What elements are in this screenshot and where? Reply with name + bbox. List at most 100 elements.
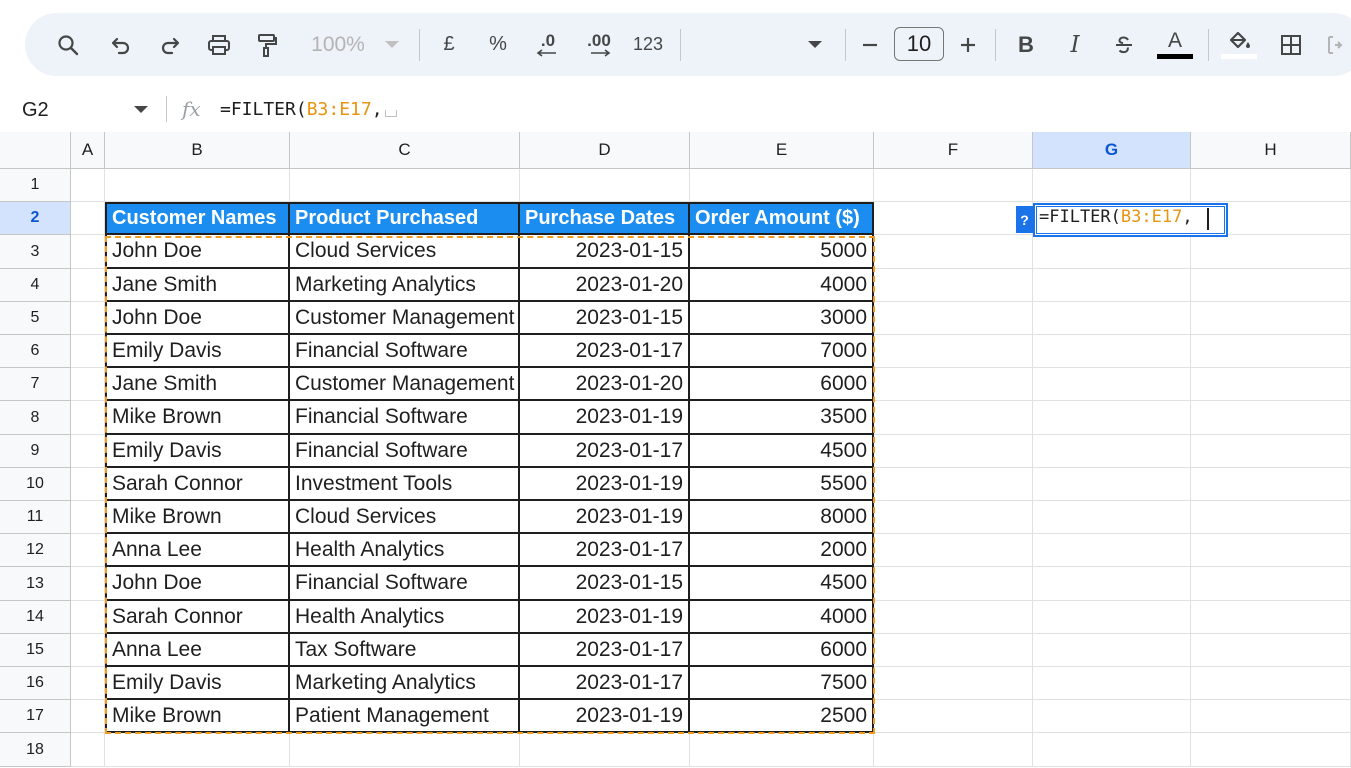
italic-button[interactable]: I bbox=[1062, 13, 1088, 76]
row-header-9[interactable]: 9 bbox=[0, 435, 71, 468]
bold-button[interactable]: B bbox=[1013, 13, 1039, 76]
table-cell[interactable]: John Doe bbox=[105, 235, 290, 269]
cell-a9[interactable] bbox=[71, 435, 105, 468]
table-cell[interactable]: 8000 bbox=[690, 501, 874, 534]
table-header-cell[interactable]: Product Purchased bbox=[290, 202, 520, 235]
column-header-g[interactable]: G bbox=[1033, 132, 1191, 169]
table-cell[interactable]: 5500 bbox=[690, 468, 874, 501]
font-dropdown-arrow-icon[interactable] bbox=[805, 13, 825, 76]
row-header-18[interactable]: 18 bbox=[0, 733, 71, 767]
table-cell[interactable]: 2500 bbox=[690, 700, 874, 733]
cell-h12[interactable] bbox=[1191, 534, 1351, 567]
table-cell[interactable]: 4500 bbox=[690, 435, 874, 468]
percent-format-button[interactable]: % bbox=[484, 13, 512, 76]
column-header-h[interactable]: H bbox=[1191, 132, 1351, 169]
table-cell[interactable]: Marketing Analytics bbox=[290, 269, 520, 302]
table-cell[interactable]: 4000 bbox=[690, 601, 874, 634]
table-cell[interactable]: Sarah Connor bbox=[105, 468, 290, 501]
table-cell[interactable]: Mike Brown bbox=[105, 501, 290, 534]
cell-b18[interactable] bbox=[105, 733, 290, 767]
cell-g13[interactable] bbox=[1033, 567, 1191, 601]
cell-g10[interactable] bbox=[1033, 468, 1191, 501]
cell-h16[interactable] bbox=[1191, 667, 1351, 700]
increase-font-size-icon[interactable] bbox=[955, 13, 981, 76]
table-cell[interactable]: 4000 bbox=[690, 269, 874, 302]
table-cell[interactable]: 2023-01-15 bbox=[520, 235, 690, 269]
cell-h17[interactable] bbox=[1191, 700, 1351, 733]
table-cell[interactable]: John Doe bbox=[105, 567, 290, 601]
cell-g7[interactable] bbox=[1033, 368, 1191, 401]
cell-a10[interactable] bbox=[71, 468, 105, 501]
cell-a16[interactable] bbox=[71, 667, 105, 700]
table-cell[interactable]: 3500 bbox=[690, 401, 874, 435]
column-header-b[interactable]: B bbox=[105, 132, 290, 169]
table-cell[interactable]: John Doe bbox=[105, 302, 290, 335]
table-cell[interactable]: Cloud Services bbox=[290, 235, 520, 269]
row-header-6[interactable]: 6 bbox=[0, 335, 71, 368]
table-cell[interactable]: 6000 bbox=[690, 368, 874, 401]
print-icon[interactable] bbox=[203, 13, 235, 76]
cell-f2[interactable] bbox=[874, 202, 1033, 235]
table-cell[interactable]: Anna Lee bbox=[105, 634, 290, 667]
row-header-5[interactable]: 5 bbox=[0, 302, 71, 335]
row-header-12[interactable]: 12 bbox=[0, 534, 71, 567]
cell-a7[interactable] bbox=[71, 368, 105, 401]
table-cell[interactable]: 7000 bbox=[690, 335, 874, 368]
paint-format-icon[interactable] bbox=[252, 13, 282, 76]
cell-h3[interactable] bbox=[1191, 235, 1351, 269]
cell-d1[interactable] bbox=[520, 169, 690, 202]
column-header-a[interactable]: A bbox=[71, 132, 105, 169]
cell-f13[interactable] bbox=[874, 567, 1033, 601]
cell-g8[interactable] bbox=[1033, 401, 1191, 435]
table-cell[interactable]: 2023-01-20 bbox=[520, 368, 690, 401]
cell-f7[interactable] bbox=[874, 368, 1033, 401]
cell-a15[interactable] bbox=[71, 634, 105, 667]
table-cell[interactable]: 7500 bbox=[690, 667, 874, 700]
table-cell[interactable]: Financial Software bbox=[290, 435, 520, 468]
column-header-f[interactable]: F bbox=[874, 132, 1033, 169]
cell-a6[interactable] bbox=[71, 335, 105, 368]
cell-d18[interactable] bbox=[520, 733, 690, 767]
table-cell[interactable]: Jane Smith bbox=[105, 368, 290, 401]
decrease-decimal-button[interactable]: .0 bbox=[531, 13, 565, 76]
cell-e1[interactable] bbox=[690, 169, 874, 202]
row-header-7[interactable]: 7 bbox=[0, 368, 71, 401]
table-cell[interactable]: 5000 bbox=[690, 235, 874, 269]
cell-g9[interactable] bbox=[1033, 435, 1191, 468]
select-all-corner[interactable] bbox=[0, 132, 71, 169]
table-cell[interactable]: Customer Management bbox=[290, 368, 520, 401]
cell-h13[interactable] bbox=[1191, 567, 1351, 601]
table-cell[interactable]: Patient Management bbox=[290, 700, 520, 733]
currency-format-button[interactable]: £ bbox=[435, 13, 463, 76]
cell-h10[interactable] bbox=[1191, 468, 1351, 501]
table-cell[interactable]: Investment Tools bbox=[290, 468, 520, 501]
row-header-15[interactable]: 15 bbox=[0, 634, 71, 667]
cell-f18[interactable] bbox=[874, 733, 1033, 767]
column-header-d[interactable]: D bbox=[520, 132, 690, 169]
cell-a5[interactable] bbox=[71, 302, 105, 335]
row-header-2[interactable]: 2 bbox=[0, 202, 71, 235]
table-header-cell[interactable]: Customer Names bbox=[105, 202, 290, 235]
table-cell[interactable]: 2023-01-17 bbox=[520, 335, 690, 368]
cell-h15[interactable] bbox=[1191, 634, 1351, 667]
table-cell[interactable]: Emily Davis bbox=[105, 667, 290, 700]
cell-a2[interactable] bbox=[71, 202, 105, 235]
table-cell[interactable]: 4500 bbox=[690, 567, 874, 601]
row-header-16[interactable]: 16 bbox=[0, 667, 71, 700]
table-cell[interactable]: 2023-01-17 bbox=[520, 667, 690, 700]
table-cell[interactable]: 2023-01-15 bbox=[520, 567, 690, 601]
table-cell[interactable]: Customer Management bbox=[290, 302, 520, 335]
cell-g17[interactable] bbox=[1033, 700, 1191, 733]
cell-g18[interactable] bbox=[1033, 733, 1191, 767]
cell-g11[interactable] bbox=[1033, 501, 1191, 534]
table-cell[interactable]: Financial Software bbox=[290, 335, 520, 368]
cell-h1[interactable] bbox=[1191, 169, 1351, 202]
table-header-cell[interactable]: Order Amount ($) bbox=[690, 202, 874, 235]
increase-decimal-button[interactable]: .00 bbox=[581, 13, 617, 76]
table-cell[interactable]: 2023-01-19 bbox=[520, 501, 690, 534]
table-cell[interactable]: Emily Davis bbox=[105, 435, 290, 468]
table-cell[interactable]: 6000 bbox=[690, 634, 874, 667]
cell-f16[interactable] bbox=[874, 667, 1033, 700]
undo-icon[interactable] bbox=[106, 13, 136, 76]
table-cell[interactable]: 2023-01-17 bbox=[520, 534, 690, 567]
